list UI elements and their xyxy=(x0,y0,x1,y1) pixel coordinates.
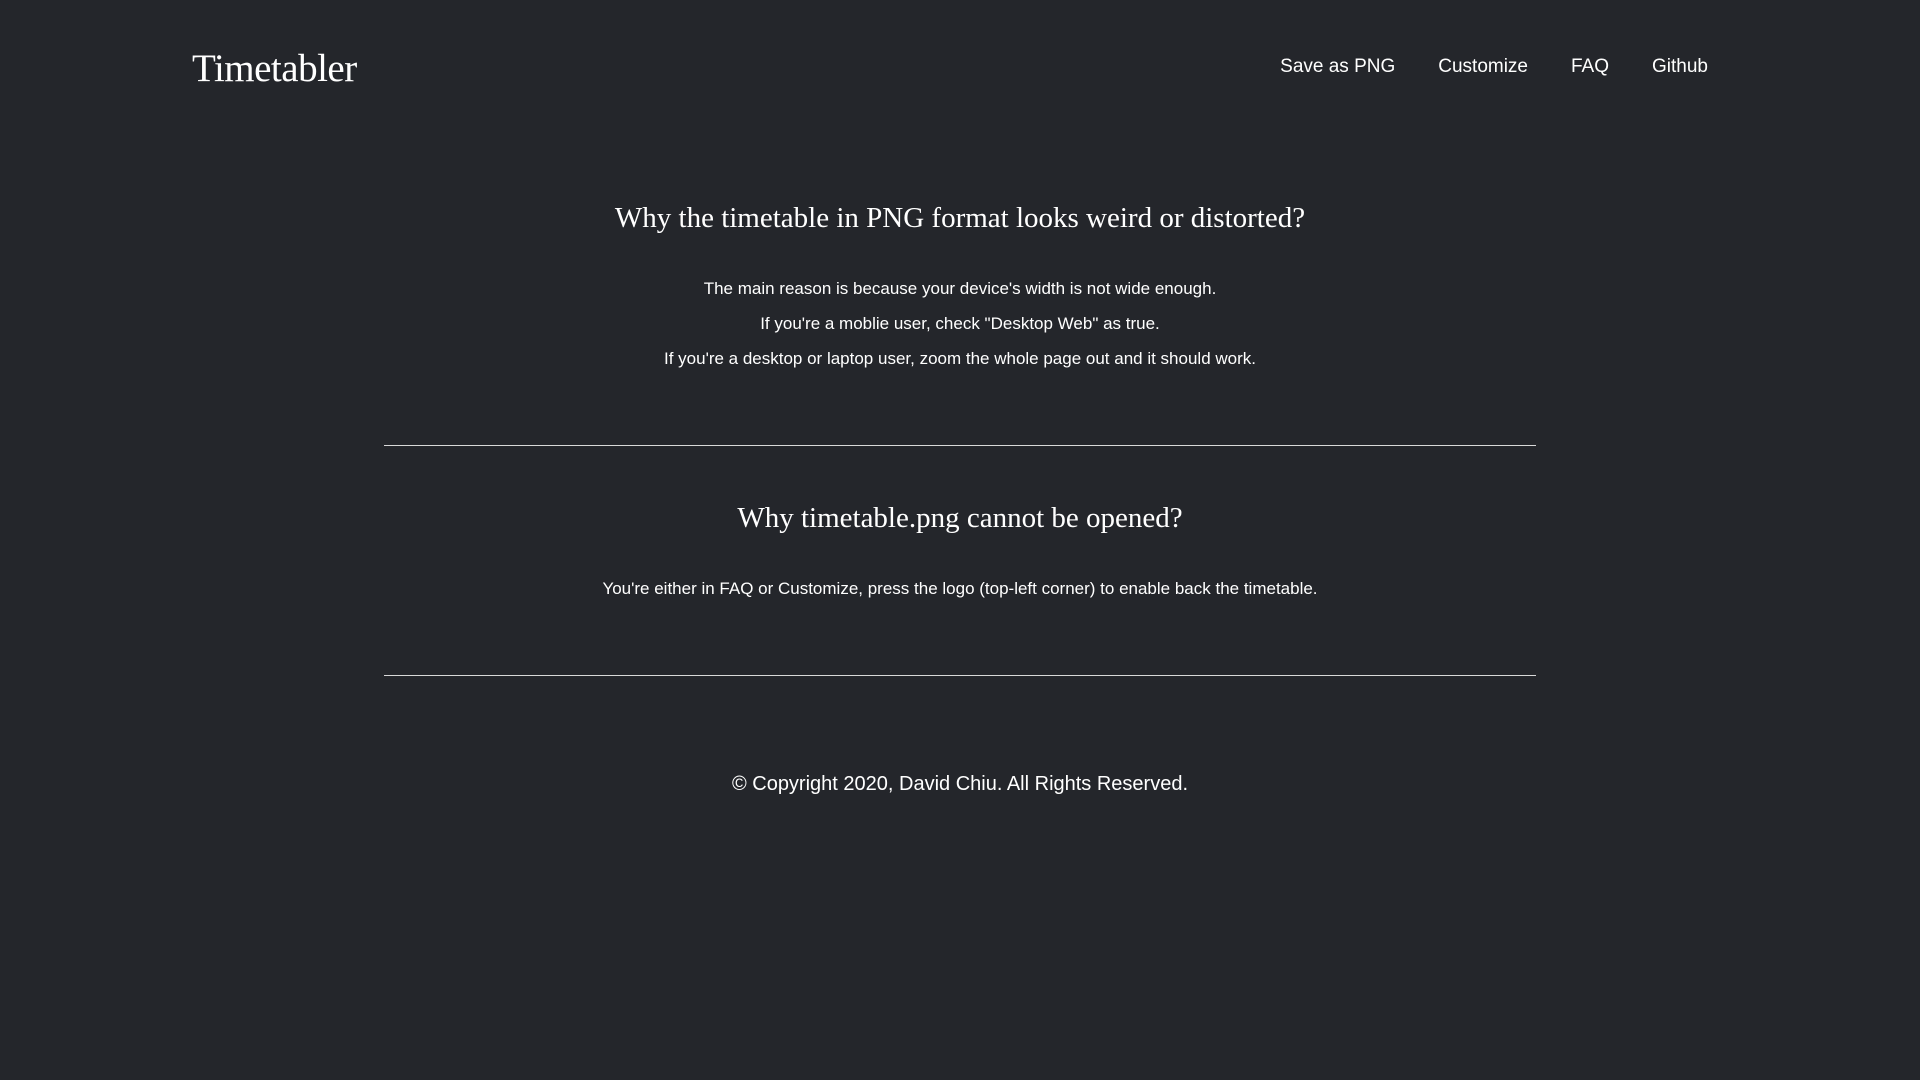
faq-item-png-cannot-open: Why timetable.png cannot be opened? You'… xyxy=(384,502,1536,606)
divider xyxy=(384,445,1536,446)
nav-github[interactable]: Github xyxy=(1652,56,1708,78)
faq-answer-line: The main reason is because your device's… xyxy=(703,279,1217,298)
site-header: Timetabler Save as PNG Customize FAQ Git… xyxy=(0,0,1920,150)
nav-faq[interactable]: FAQ xyxy=(1571,56,1609,78)
faq-question: Why timetable.png cannot be opened? xyxy=(737,502,1183,534)
logo-link[interactable]: Timetabler xyxy=(192,46,357,91)
faq-answer-line: You're either in FAQ or Customize, press… xyxy=(602,579,1318,598)
faq-answer-line: If you're a desktop or laptop user, zoom… xyxy=(664,349,1256,368)
nav-save-as-png[interactable]: Save as PNG xyxy=(1280,56,1395,78)
faq-answer-line: If you're a moblie user, check "Desktop … xyxy=(760,314,1160,333)
copyright-footer: © Copyright 2020, David Chiu. All Rights… xyxy=(731,773,1189,795)
divider xyxy=(384,675,1536,676)
nav-customize[interactable]: Customize xyxy=(1438,56,1528,78)
faq-question: Why the timetable in PNG format looks we… xyxy=(614,202,1306,234)
main-nav: Save as PNG Customize FAQ Github xyxy=(1280,56,1708,78)
faq-item-png-distorted: Why the timetable in PNG format looks we… xyxy=(384,202,1536,376)
